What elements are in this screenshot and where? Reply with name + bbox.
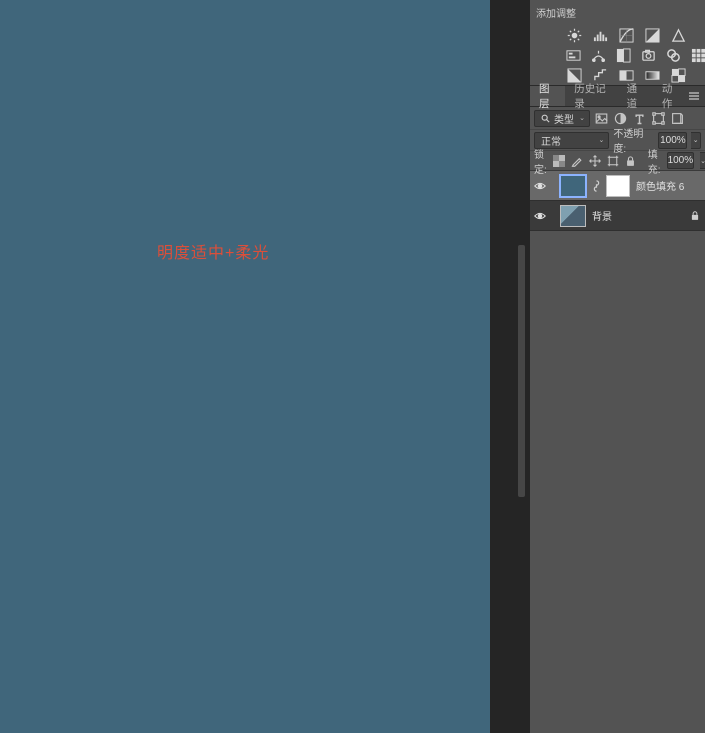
- lock-row: 锁定: 填充: 100%⌄: [530, 150, 705, 171]
- panel-menu-icon[interactable]: [688, 91, 705, 101]
- panel-tabs: 图层 历史记录 通道 动作: [530, 85, 705, 107]
- lock-label: 锁定:: [534, 146, 547, 176]
- filter-type-icon[interactable]: [632, 111, 647, 126]
- blend-row: 正常 ⌄ 不透明度: 100%⌄: [530, 129, 705, 150]
- gradient-map-icon[interactable]: [644, 67, 660, 83]
- filter-kind-dropdown[interactable]: 类型 ⌄: [534, 110, 590, 127]
- visibility-toggle[interactable]: [534, 210, 546, 222]
- filter-smartobject-icon[interactable]: [670, 111, 685, 126]
- filter-kind-label: 类型: [554, 111, 574, 126]
- lock-all-icon[interactable]: [625, 153, 636, 168]
- mask-link-icon[interactable]: [592, 180, 600, 192]
- lock-transparency-icon[interactable]: [553, 153, 565, 168]
- photo-filter-icon[interactable]: [641, 47, 656, 63]
- hue-saturation-icon[interactable]: [566, 47, 581, 63]
- visibility-toggle[interactable]: [534, 180, 546, 192]
- right-panel: 添加调整: [530, 0, 705, 733]
- vibrance-icon[interactable]: [670, 27, 686, 43]
- layer-name[interactable]: 背景: [592, 208, 612, 223]
- layers-list: 颜色填充 6 背景: [530, 171, 705, 231]
- filter-pixel-icon[interactable]: [594, 111, 609, 126]
- lock-artboard-icon[interactable]: [607, 153, 619, 168]
- channel-mixer-icon[interactable]: [666, 47, 681, 63]
- opacity-caret[interactable]: ⌄: [691, 132, 701, 149]
- brightness-contrast-icon[interactable]: [566, 27, 582, 43]
- layer-thumbnail[interactable]: [560, 175, 586, 197]
- lock-position-icon[interactable]: [589, 153, 601, 168]
- layer-thumbnail[interactable]: [560, 205, 586, 227]
- mask-thumbnail[interactable]: [606, 175, 630, 197]
- opacity-value[interactable]: 100%: [658, 132, 687, 149]
- fill-caret[interactable]: ⌄: [700, 152, 705, 169]
- layer-filter-row: 类型 ⌄: [530, 107, 705, 129]
- curves-icon[interactable]: [618, 27, 634, 43]
- lock-pixels-icon[interactable]: [571, 153, 583, 168]
- black-white-icon[interactable]: [616, 47, 631, 63]
- canvas-scrollbar[interactable]: [518, 245, 525, 497]
- canvas-overlay-text: 明度适中+柔光: [157, 239, 269, 263]
- exposure-icon[interactable]: [644, 27, 660, 43]
- filter-adjustment-icon[interactable]: [613, 111, 628, 126]
- adjustments-row-1: [530, 25, 705, 45]
- tab-history[interactable]: 历史记录: [565, 86, 617, 106]
- levels-icon[interactable]: [592, 27, 608, 43]
- lock-icon: [689, 210, 701, 222]
- fill-label: 填充:: [648, 146, 661, 176]
- tab-layers[interactable]: 图层: [530, 86, 565, 106]
- layer-row[interactable]: 颜色填充 6: [530, 171, 705, 201]
- chevron-down-icon: ⌄: [599, 136, 605, 144]
- tab-channels[interactable]: 通道: [618, 86, 653, 106]
- color-balance-icon[interactable]: [591, 47, 606, 63]
- filter-shape-icon[interactable]: [651, 111, 666, 126]
- adjustments-row-2: [530, 45, 705, 65]
- chevron-down-icon: ⌄: [579, 114, 585, 122]
- layer-row[interactable]: 背景: [530, 201, 705, 231]
- layer-name[interactable]: 颜色填充 6: [636, 178, 684, 193]
- color-lookup-icon[interactable]: [691, 47, 705, 63]
- canvas-area[interactable]: 明度适中+柔光: [0, 0, 490, 733]
- fill-value[interactable]: 100%: [667, 152, 695, 169]
- tab-actions[interactable]: 动作: [653, 86, 688, 106]
- adjustments-title: 添加调整: [530, 0, 705, 25]
